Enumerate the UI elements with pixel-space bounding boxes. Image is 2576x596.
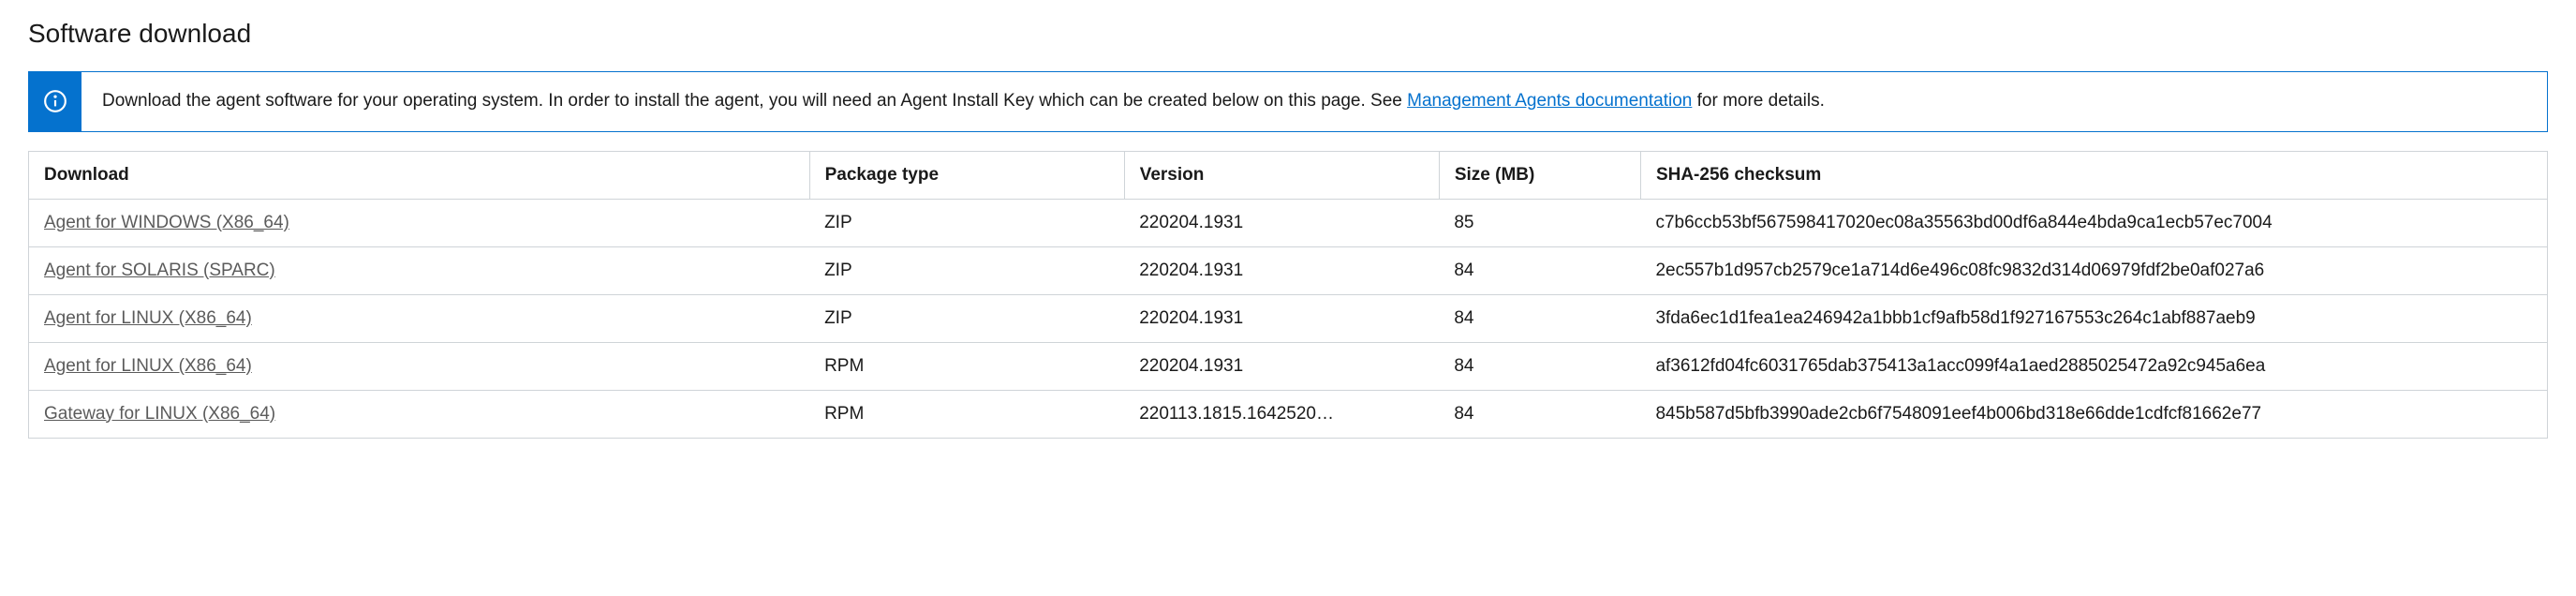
header-checksum: SHA-256 checksum	[1640, 151, 2547, 199]
cell-version: 220204.1931	[1124, 294, 1439, 342]
cell-package-type: RPM	[809, 390, 1124, 438]
info-banner-text: Download the agent software for your ope…	[81, 72, 1845, 131]
page-title: Software download	[28, 19, 2548, 49]
download-link-solaris[interactable]: Agent for SOLARIS (SPARC)	[44, 261, 275, 280]
cell-version: 220204.1931	[1124, 342, 1439, 390]
cell-size: 84	[1439, 390, 1640, 438]
download-link-linux-zip[interactable]: Agent for LINUX (X86_64)	[44, 308, 252, 328]
management-agents-doc-link[interactable]: Management Agents documentation	[1407, 91, 1692, 111]
table-row: Agent for SOLARIS (SPARC) ZIP 220204.193…	[29, 246, 2548, 294]
table-row: Agent for WINDOWS (X86_64) ZIP 220204.19…	[29, 199, 2548, 246]
header-size: Size (MB)	[1439, 151, 1640, 199]
cell-version: 220113.1815.1642520…	[1124, 390, 1439, 438]
info-text-before: Download the agent software for your ope…	[102, 91, 1407, 111]
table-row: Gateway for LINUX (X86_64) RPM 220113.18…	[29, 390, 2548, 438]
cell-size: 84	[1439, 342, 1640, 390]
cell-checksum: af3612fd04fc6031765dab375413a1acc099f4a1…	[1640, 342, 2547, 390]
download-link-windows[interactable]: Agent for WINDOWS (X86_64)	[44, 213, 289, 232]
header-version: Version	[1124, 151, 1439, 199]
cell-package-type: ZIP	[809, 246, 1124, 294]
header-package-type: Package type	[809, 151, 1124, 199]
cell-checksum: 3fda6ec1d1fea1ea246942a1bbb1cf9afb58d1f9…	[1640, 294, 2547, 342]
cell-package-type: RPM	[809, 342, 1124, 390]
cell-checksum: c7b6ccb53bf567598417020ec08a35563bd00df6…	[1640, 199, 2547, 246]
cell-size: 84	[1439, 246, 1640, 294]
cell-version: 220204.1931	[1124, 246, 1439, 294]
table-row: Agent for LINUX (X86_64) ZIP 220204.1931…	[29, 294, 2548, 342]
cell-size: 84	[1439, 294, 1640, 342]
cell-version: 220204.1931	[1124, 199, 1439, 246]
cell-package-type: ZIP	[809, 294, 1124, 342]
cell-checksum: 845b587d5bfb3990ade2cb6f7548091eef4b006b…	[1640, 390, 2547, 438]
table-header-row: Download Package type Version Size (MB) …	[29, 151, 2548, 199]
cell-size: 85	[1439, 199, 1640, 246]
info-banner: Download the agent software for your ope…	[28, 71, 2548, 132]
info-text-after: for more details.	[1692, 91, 1825, 111]
download-link-linux-rpm[interactable]: Agent for LINUX (X86_64)	[44, 356, 252, 376]
software-download-table: Download Package type Version Size (MB) …	[28, 151, 2548, 439]
header-download: Download	[29, 151, 810, 199]
table-row: Agent for LINUX (X86_64) RPM 220204.1931…	[29, 342, 2548, 390]
info-icon	[29, 72, 81, 131]
cell-package-type: ZIP	[809, 199, 1124, 246]
download-link-gateway-linux[interactable]: Gateway for LINUX (X86_64)	[44, 404, 275, 424]
cell-checksum: 2ec557b1d957cb2579ce1a714d6e496c08fc9832…	[1640, 246, 2547, 294]
